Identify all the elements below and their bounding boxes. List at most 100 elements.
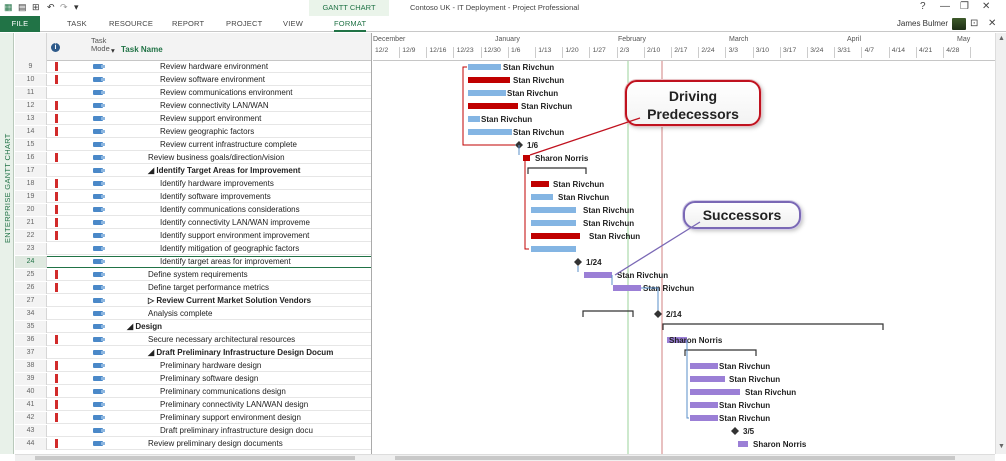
table-row[interactable]: 23 Identify mitigation of geographic fact… bbox=[15, 243, 371, 255]
task-name[interactable]: Define system requirements bbox=[148, 269, 248, 281]
row-id[interactable]: 15 bbox=[15, 139, 47, 151]
table-row[interactable]: 11 Review communications environment bbox=[15, 87, 371, 99]
tab-report[interactable]: REPORT bbox=[172, 16, 204, 32]
quick-access-icon[interactable]: ⊞ bbox=[32, 2, 40, 13]
help-button[interactable]: ? bbox=[920, 1, 926, 12]
table-row[interactable]: 37 ◢ Draft Preliminary Infrastructure Des… bbox=[15, 347, 371, 359]
table-row[interactable]: 26 Define target performance metrics bbox=[15, 282, 371, 294]
row-id[interactable]: 43 bbox=[15, 425, 47, 437]
table-row[interactable]: 27 ▷ Review Current Market Solution Vendo… bbox=[15, 295, 371, 307]
task-name[interactable]: Identify connectivity LAN/WAN improveme bbox=[160, 217, 310, 229]
select-all-corner[interactable] bbox=[15, 33, 47, 61]
task-name[interactable]: Review current infrastructure complete bbox=[160, 139, 297, 151]
table-row[interactable]: 13 Review support environment bbox=[15, 113, 371, 125]
task-name[interactable]: Review business goals/direction/vision bbox=[148, 152, 285, 164]
column-task-name[interactable]: Task Name bbox=[121, 45, 163, 54]
tab-resource[interactable]: RESOURCE bbox=[109, 16, 153, 32]
restore-button[interactable]: ❐ bbox=[960, 1, 969, 12]
table-row[interactable]: 15 Review current infrastructure complete bbox=[15, 139, 371, 151]
row-id[interactable]: 9 bbox=[15, 61, 47, 73]
row-id[interactable]: 40 bbox=[15, 386, 47, 398]
table-row[interactable]: 35 ◢ Design bbox=[15, 321, 371, 333]
table-row[interactable]: 10 Review software environment bbox=[15, 74, 371, 86]
table-row[interactable]: 14 Review geographic factors bbox=[15, 126, 371, 138]
row-id[interactable]: 25 bbox=[15, 269, 47, 281]
task-name[interactable]: ◢ Design bbox=[127, 321, 162, 333]
task-name[interactable]: Review connectivity LAN/WAN bbox=[160, 100, 269, 112]
close-project-button[interactable]: ✕ bbox=[988, 18, 996, 29]
table-row[interactable]: 39 Preliminary software design bbox=[15, 373, 371, 385]
task-name[interactable]: ▷ Review Current Market Solution Vendors bbox=[148, 295, 311, 307]
row-id[interactable]: 18 bbox=[15, 178, 47, 190]
tab-format[interactable]: FORMAT bbox=[334, 16, 367, 32]
task-name[interactable]: Identify target areas for improvement bbox=[160, 256, 291, 268]
table-row[interactable]: 40 Preliminary communications design bbox=[15, 386, 371, 398]
task-name[interactable]: Review software environment bbox=[160, 74, 265, 86]
task-name[interactable]: Identify software improvements bbox=[160, 191, 271, 203]
save-icon[interactable]: ▤ bbox=[18, 2, 27, 13]
table-row[interactable]: 20 Identify communications considerations bbox=[15, 204, 371, 216]
row-id[interactable]: 20 bbox=[15, 204, 47, 216]
row-id[interactable]: 42 bbox=[15, 412, 47, 424]
task-name[interactable]: Identify hardware improvements bbox=[160, 178, 274, 190]
table-row[interactable]: 24 Identify target areas for improvement bbox=[15, 256, 371, 268]
table-row[interactable]: 34 Analysis complete bbox=[15, 308, 371, 320]
table-row[interactable]: 25 Define system requirements bbox=[15, 269, 371, 281]
row-id[interactable]: 36 bbox=[15, 334, 47, 346]
row-id[interactable]: 26 bbox=[15, 282, 47, 294]
chart-scroll-thumb[interactable] bbox=[395, 456, 955, 460]
row-id[interactable]: 22 bbox=[15, 230, 47, 242]
info-icon[interactable]: i bbox=[51, 43, 60, 52]
row-id[interactable]: 39 bbox=[15, 373, 47, 385]
task-name[interactable]: Identify mitigation of geographic factor… bbox=[160, 243, 299, 255]
table-row[interactable]: 12 Review connectivity LAN/WAN bbox=[15, 100, 371, 112]
table-row[interactable]: 43 Draft preliminary infrastructure desig… bbox=[15, 425, 371, 437]
row-id[interactable]: 19 bbox=[15, 191, 47, 203]
table-row[interactable]: 16 Review business goals/direction/vision bbox=[15, 152, 371, 164]
column-filter-icon[interactable]: ▾ bbox=[111, 46, 115, 55]
customize-toolbar-icon[interactable]: ▾ bbox=[74, 2, 79, 13]
task-name[interactable]: Review preliminary design documents bbox=[148, 438, 283, 450]
row-id[interactable]: 24 bbox=[15, 256, 47, 268]
tab-project[interactable]: PROJECT bbox=[226, 16, 262, 32]
task-name[interactable]: Analysis complete bbox=[148, 308, 212, 320]
table-row[interactable]: 17 ◢ Identify Target Areas for Improvemen… bbox=[15, 165, 371, 177]
row-id[interactable]: 12 bbox=[15, 100, 47, 112]
table-row[interactable]: 38 Preliminary hardware design bbox=[15, 360, 371, 372]
row-id[interactable]: 16 bbox=[15, 152, 47, 164]
tab-task[interactable]: TASK bbox=[67, 16, 87, 32]
table-row[interactable]: 22 Identify support environment improveme… bbox=[15, 230, 371, 242]
task-name[interactable]: Preliminary software design bbox=[160, 373, 258, 385]
task-name[interactable]: Preliminary hardware design bbox=[160, 360, 261, 372]
task-name[interactable]: Identify communications considerations bbox=[160, 204, 300, 216]
close-button[interactable]: ✕ bbox=[982, 1, 990, 12]
horizontal-scrollbar[interactable] bbox=[15, 454, 995, 461]
task-name[interactable]: Secure necessary architectural resources bbox=[148, 334, 295, 346]
row-id[interactable]: 41 bbox=[15, 399, 47, 411]
row-id[interactable]: 14 bbox=[15, 126, 47, 138]
row-id[interactable]: 34 bbox=[15, 308, 47, 320]
minimize-button[interactable]: — bbox=[940, 1, 950, 12]
redo-icon[interactable]: ↷ bbox=[60, 2, 68, 13]
task-name[interactable]: Review support environment bbox=[160, 113, 261, 125]
row-id[interactable]: 38 bbox=[15, 360, 47, 372]
table-row[interactable]: 9 Review hardware environment bbox=[15, 61, 371, 73]
row-id[interactable]: 21 bbox=[15, 217, 47, 229]
avatar[interactable] bbox=[952, 18, 966, 30]
row-id[interactable]: 17 bbox=[15, 165, 47, 177]
tab-file[interactable]: FILE bbox=[0, 16, 40, 32]
user-name[interactable]: James Bulmer bbox=[897, 16, 948, 32]
task-name[interactable]: Review communications environment bbox=[160, 87, 293, 99]
table-row[interactable]: 41 Preliminary connectivity LAN/WAN desig… bbox=[15, 399, 371, 411]
table-row[interactable]: 42 Preliminary support environment design bbox=[15, 412, 371, 424]
vertical-scrollbar[interactable]: ▲ ▼ bbox=[995, 33, 1006, 454]
table-row[interactable]: 19 Identify software improvements bbox=[15, 191, 371, 203]
task-name[interactable]: Preliminary communications design bbox=[160, 386, 286, 398]
table-row[interactable]: 36 Secure necessary architectural resourc… bbox=[15, 334, 371, 346]
row-id[interactable]: 37 bbox=[15, 347, 47, 359]
table-row[interactable]: 18 Identify hardware improvements bbox=[15, 178, 371, 190]
task-name[interactable]: Review hardware environment bbox=[160, 61, 268, 73]
row-id[interactable]: 27 bbox=[15, 295, 47, 307]
task-name[interactable]: ◢ Draft Preliminary Infrastructure Desig… bbox=[148, 347, 333, 359]
ribbon-display-icon[interactable]: ⊡ bbox=[970, 18, 978, 29]
